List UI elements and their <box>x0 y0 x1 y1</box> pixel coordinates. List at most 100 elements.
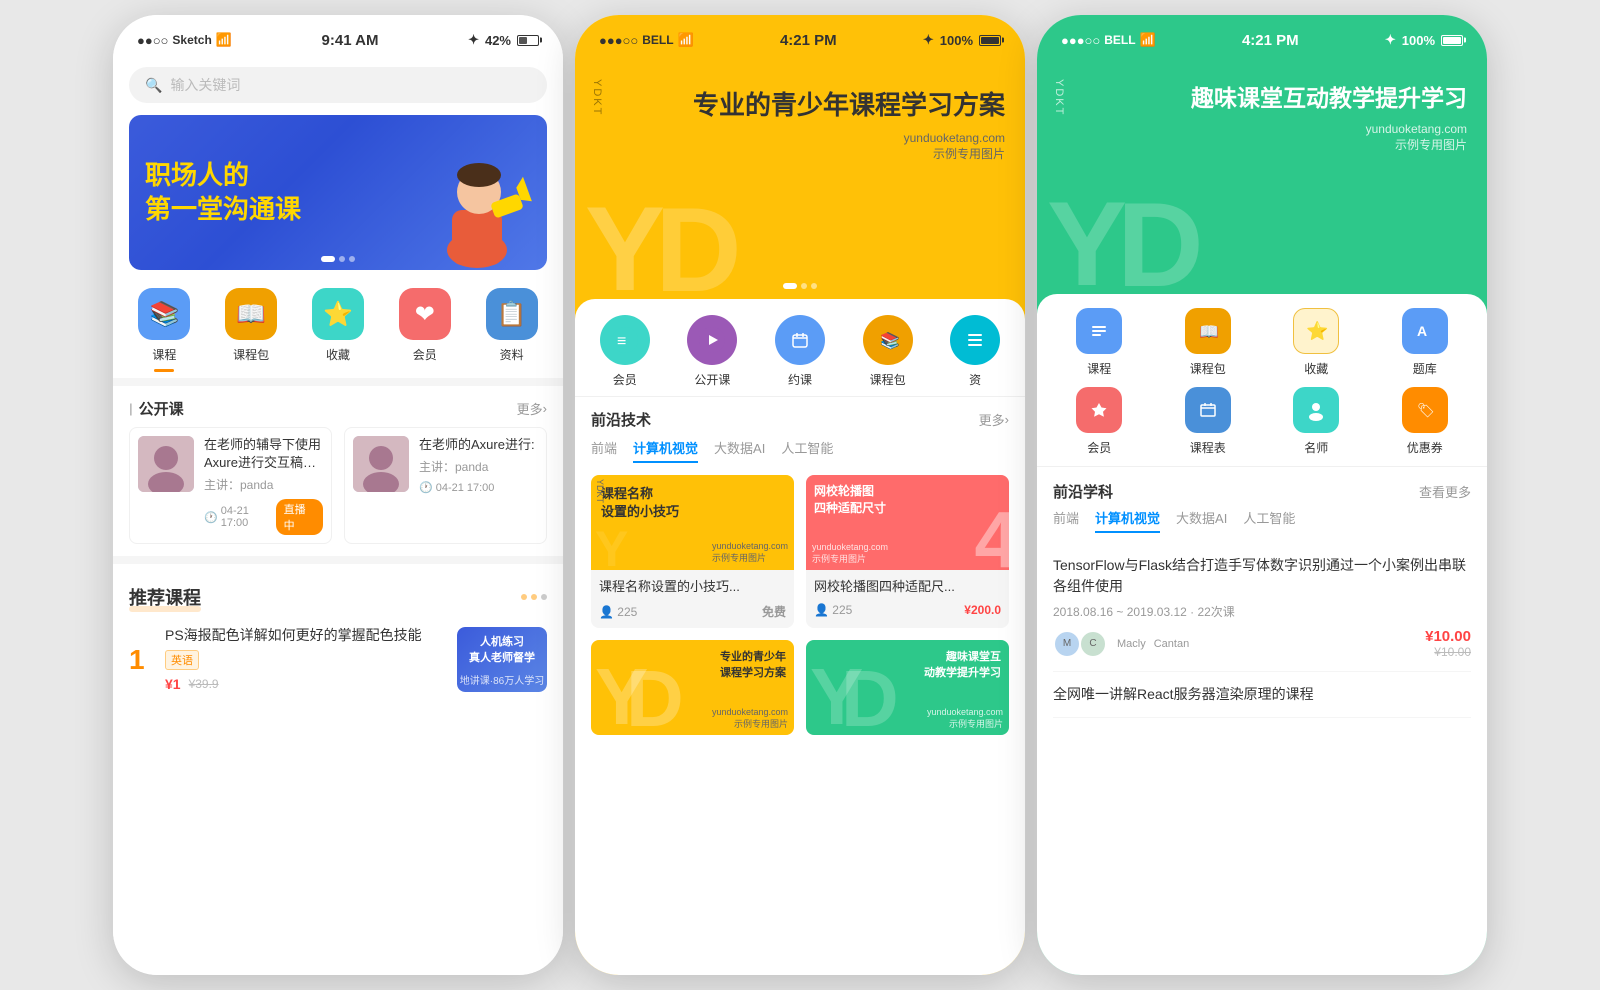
public-course-item-1[interactable]: 在老师的辅导下使用Axure进行交互稿的实 主讲：panda 🕐 04-21 1… <box>129 427 332 544</box>
filter-tab-cv[interactable]: 计算机视觉 <box>633 438 698 463</box>
grid-meta-2: 👤 225 ¥200.0 <box>806 601 1009 625</box>
nav-item-package[interactable]: 📖 课程包 <box>221 288 281 372</box>
rec-thumb-text: 人机练习真人老师督学 <box>465 631 539 670</box>
price-1: 免费 <box>762 603 786 620</box>
p3-instructors-1: M C Macly Cantan <box>1053 630 1189 658</box>
hero-d-3: D <box>1117 176 1204 314</box>
p3-timetable-icon <box>1185 387 1231 433</box>
recommend-header: 推荐课程 <box>113 572 563 618</box>
p3-nav-timetable[interactable]: 课程表 <box>1158 387 1259 456</box>
p3-filter-bigdata[interactable]: 大数据AI <box>1176 508 1227 533</box>
p3-nav-member[interactable]: 会员 <box>1049 387 1150 456</box>
banner-pagination <box>321 256 355 262</box>
svg-text:⭐: ⭐ <box>1306 320 1328 341</box>
nav2-package[interactable]: 📚 课程包 <box>846 315 930 388</box>
course-thumb-1 <box>138 436 194 492</box>
p3-course-item-2[interactable]: 全网唯一讲解React服务器渲染原理的课程 <box>1053 672 1471 718</box>
hero-banner[interactable]: 职场人的 第一堂沟通课 <box>129 115 547 270</box>
p3-nav-teacher[interactable]: 名师 <box>1266 387 1367 456</box>
divider-1 <box>113 378 563 386</box>
battery-icon <box>517 35 539 46</box>
students-2: 👤 225 <box>814 603 852 617</box>
nav2-opencourse[interactable]: 公开课 <box>671 315 755 388</box>
status-bar-3: ●●●○○ BELL 📶 4:21 PM ✦ 100% <box>1037 15 1487 59</box>
course-time-2: 🕐 04-21 17:00 <box>419 481 494 494</box>
wifi-icon-2: 📶 <box>678 32 694 48</box>
filter-tab-bigdata[interactable]: 大数据AI <box>714 438 765 463</box>
p3-price-new-1: ¥10.00 <box>1425 628 1471 645</box>
phone3-nav-row1: 课程 📖 课程包 ⭐ 收藏 <box>1049 308 1475 377</box>
rec-dot-2 <box>531 594 537 600</box>
grid-card-1[interactable]: Y 课程名称设置的小技巧 yunduoketang.com示例专用图片 YDKT… <box>591 475 794 628</box>
phone3-hero: YDKT Y D 趣味课堂互动教学提升学习 yunduoketang.com 示… <box>1037 59 1487 294</box>
nav-item-member[interactable]: ❤ 会员 <box>395 288 455 372</box>
p3-member-label: 会员 <box>1087 439 1111 456</box>
battery-icon-3 <box>1441 35 1463 46</box>
carrier-name: Sketch <box>172 33 211 47</box>
banner-dot-1 <box>321 256 335 262</box>
nav2-resource[interactable]: 资 <box>933 315 1017 388</box>
nav-item-collect[interactable]: ⭐ 收藏 <box>308 288 368 372</box>
p3-filter-frontend[interactable]: 前端 <box>1053 508 1079 533</box>
more-link-p2[interactable]: 更多 <box>979 410 1009 429</box>
p3-price-old-1: ¥10.00 <box>1425 645 1471 659</box>
course-icon: 📚 <box>138 288 190 340</box>
public-course-item-2[interactable]: 在老师的Axure进行: 主讲：panda 🕐 04-21 17:00 <box>344 427 547 544</box>
recommend-card-1[interactable]: 1 PS海报配色详解如何更好的掌握配色技能 英语 ¥1 ¥39.9 <box>113 618 563 700</box>
nav-label-package: 课程包 <box>233 346 269 363</box>
p3-nav-package[interactable]: 📖 课程包 <box>1158 308 1259 377</box>
price-new: ¥1 <box>165 676 181 692</box>
more-link-public[interactable]: 更多 <box>517 399 547 418</box>
nav-item-resource[interactable]: 📋 资料 <box>482 288 542 372</box>
avatar-cantan: C <box>1079 630 1107 658</box>
rec-thumb: 人机练习真人老师督学 地讲课·86万人学习 <box>457 627 547 692</box>
p3-filter-ai[interactable]: 人工智能 <box>1243 508 1295 533</box>
nav2-member[interactable]: ≡ 会员 <box>583 315 667 388</box>
divider-2 <box>113 556 563 564</box>
recommend-course-info: PS海报配色详解如何更好的掌握配色技能 英语 ¥1 ¥39.9 <box>165 626 445 692</box>
section-header-p2: 前沿技术 更多 <box>591 409 1009 430</box>
ydkt-label-3: YDKT <box>1053 79 1065 116</box>
time-display: 9:41 AM <box>322 32 379 49</box>
course-lecturer-1: 主讲：panda <box>204 476 323 493</box>
p3-title-1: TensorFlow与Flask结合打造手写体数字识别通过一个小案例出串联各组件… <box>1053 555 1471 597</box>
filter-tabs-p2: 前端 计算机视觉 大数据AI 人工智能 <box>591 438 1009 463</box>
phone2-hero: YDKT Y D 专业的青少年课程学习方案 yunduoketang.com 示… <box>575 59 1025 299</box>
nav-item-course[interactable]: 📚 课程 <box>134 288 194 372</box>
filter-tab-frontend[interactable]: 前端 <box>591 438 617 463</box>
course-time-row-1: 🕐 04-21 17:00 直播中 <box>204 499 323 535</box>
package-label-p2: 课程包 <box>870 371 906 388</box>
public-course-section: | 公开课 更多 <box>113 386 563 556</box>
filter-tab-ai[interactable]: 人工智能 <box>781 438 833 463</box>
grid-card-2[interactable]: 4 网校轮播图四种适配尺寸 yunduoketang.com示例专用图片 网校轮… <box>806 475 1009 628</box>
p3-nav-coupon[interactable]: 🏷 优惠券 <box>1375 387 1476 456</box>
p3-filter-cv[interactable]: 计算机视觉 <box>1095 508 1160 533</box>
grid-card-4[interactable]: Y D 趣味课堂互动教学提升学习 yunduoketang.com示例专用图片 <box>806 640 1009 735</box>
card3-text: 专业的青少年课程学习方案 <box>720 648 786 680</box>
recommend-section: 推荐课程 1 PS海报配色详解如何更好的掌握配色技能 英语 <box>113 572 563 975</box>
search-icon: 🔍 <box>145 77 162 94</box>
p3-course-item-1[interactable]: TensorFlow与Flask结合打造手写体数字识别通过一个小案例出串联各组件… <box>1053 543 1471 672</box>
search-placeholder: 输入关键词 <box>170 75 240 95</box>
clock-icon-2: 🕐 <box>419 481 433 494</box>
rank-number: 1 <box>129 645 153 673</box>
rec-dot-1 <box>521 594 527 600</box>
tag-badge: 英语 <box>165 650 199 670</box>
grid-card-3[interactable]: Y D 专业的青少年课程学习方案 yunduoketang.com示例专用图片 <box>591 640 794 735</box>
nav-label-collect: 收藏 <box>326 346 350 363</box>
phone2-body: ≡ 会员 公开课 <box>575 299 1025 975</box>
p3-nav-qbank[interactable]: A 题库 <box>1375 308 1476 377</box>
p3-collect-label: 收藏 <box>1304 360 1328 377</box>
nav2-schedule[interactable]: 约课 <box>758 315 842 388</box>
search-input-container[interactable]: 🔍 输入关键词 <box>129 67 547 103</box>
hero-site-3: yunduoketang.com 示例专用图片 <box>1191 122 1467 153</box>
course-title-1: 在老师的辅导下使用Axure进行交互稿的实 <box>204 436 323 472</box>
grid-thumb-2: 4 网校轮播图四种适配尺寸 yunduoketang.com示例专用图片 <box>806 475 1009 570</box>
hero-pagination <box>783 283 817 289</box>
p3-course-icon <box>1076 308 1122 354</box>
p3-nav-course[interactable]: 课程 <box>1049 308 1150 377</box>
phone3-section: 前沿学科 查看更多 前端 计算机视觉 大数据AI 人工智能 Tensor <box>1037 467 1487 975</box>
wifi-icon: 📶 <box>216 32 232 48</box>
p3-more-link[interactable]: 查看更多 <box>1419 482 1471 501</box>
p3-nav-collect[interactable]: ⭐ 收藏 <box>1266 308 1367 377</box>
